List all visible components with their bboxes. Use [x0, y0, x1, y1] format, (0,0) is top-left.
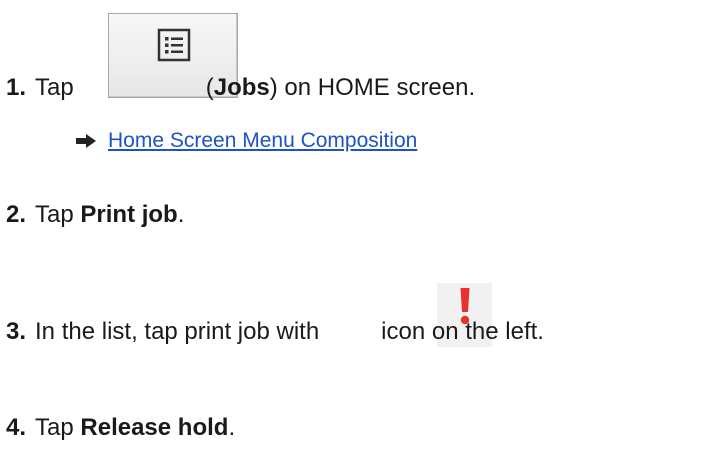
step-text: Tap	[35, 201, 74, 228]
jobs-label: Jobs	[213, 74, 270, 101]
step-3: 3. In the list, tap print job with icon …	[6, 317, 544, 347]
step-text: In the list, tap print job with	[35, 318, 320, 345]
print-job-label: Print job	[80, 201, 178, 228]
step-4: 4. Tap Release hold.	[6, 413, 235, 443]
step-text-after: on HOME screen.	[284, 74, 476, 101]
step-number: 4.	[6, 414, 27, 441]
jobs-list-icon	[157, 28, 191, 62]
step-text: Tap	[35, 414, 74, 441]
step-2: 2. Tap Print job.	[6, 200, 184, 230]
step-text-after: .	[228, 414, 236, 441]
reference-link-row: Home Screen Menu Composition	[76, 127, 417, 155]
step-1: 1. Tap (Jobs) on HOME screen.	[6, 73, 475, 103]
step-number: 3.	[6, 318, 27, 345]
release-hold-label: Release hold	[80, 414, 229, 441]
home-screen-menu-composition-link[interactable]: Home Screen Menu Composition	[108, 127, 417, 155]
step-number: 1.	[6, 74, 27, 101]
step-text: Tap	[35, 74, 74, 101]
step-text-after: .	[177, 201, 185, 228]
paren-close: )	[269, 74, 278, 101]
step-text-after: icon on the left.	[381, 318, 544, 345]
right-arrow-icon	[76, 134, 96, 148]
paren-open: (	[205, 74, 214, 101]
step-number: 2.	[6, 201, 27, 228]
